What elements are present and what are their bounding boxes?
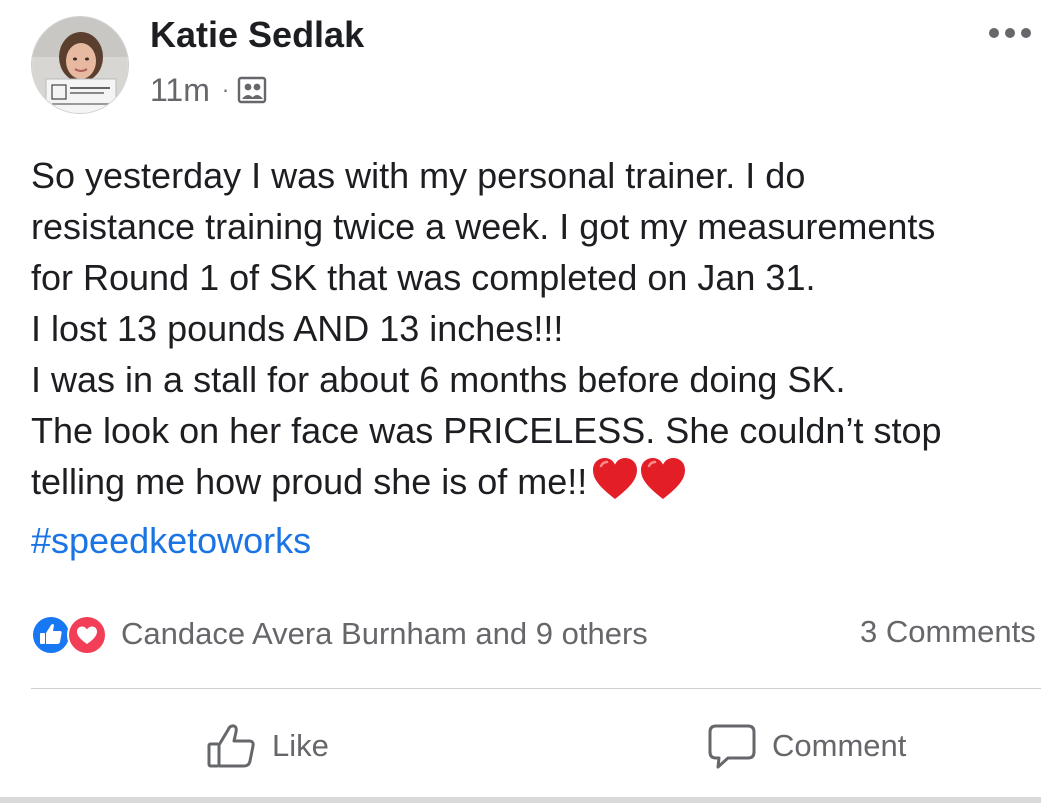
hashtag-link[interactable]: #speedketoworks [31,515,1036,566]
comments-count[interactable]: 3 Comments [860,614,1036,650]
like-button[interactable]: Like [206,716,329,776]
divider [31,688,1041,689]
post-line: for Round 1 of SK that was completed on … [31,257,816,298]
avatar-photo [32,17,128,113]
comment-bubble-icon [708,724,756,769]
comment-button[interactable]: Comment [706,716,906,776]
reactions-summary[interactable]: Candace Avera Burnham and 9 others [31,612,648,656]
post-line: I was in a stall for about 6 months befo… [31,359,846,400]
comment-label: Comment [772,728,907,763]
post-meta: 11m · [150,70,267,110]
reactors-text[interactable]: Candace Avera Burnham and 9 others [121,616,648,652]
author-name[interactable]: Katie Sedlak [150,14,364,56]
facebook-post: Katie Sedlak 11m · So yesterday I was wi… [0,0,1041,803]
post-line-with-emoji: telling me how proud she is of me!! [31,456,1036,515]
red-hearts-emoji [591,456,687,515]
post-body: So yesterday I was with my personal trai… [31,150,1036,566]
love-reaction-icon [67,615,107,655]
post-separator-bar [0,797,1041,803]
more-dots-icon [989,28,1031,38]
post-line: The look on her face was PRICELESS. She … [31,410,942,451]
author-avatar[interactable] [31,16,129,114]
post-line: telling me how proud she is of me!! [31,461,588,502]
like-label: Like [272,728,329,763]
post-line: So yesterday I was with my personal trai… [31,155,806,196]
friends-audience-icon[interactable] [237,75,267,105]
like-reaction-icon [31,615,71,655]
post-line: resistance training twice a week. I got … [31,206,936,247]
post-line: I lost 13 pounds AND 13 inches!!! [31,308,564,349]
heart-emoji-icon [593,458,686,499]
thumbs-up-icon [207,724,255,768]
more-options-button[interactable] [986,22,1034,44]
reaction-icons [31,614,113,655]
post-timestamp[interactable]: 11m [150,72,210,109]
meta-separator: · [221,77,230,102]
